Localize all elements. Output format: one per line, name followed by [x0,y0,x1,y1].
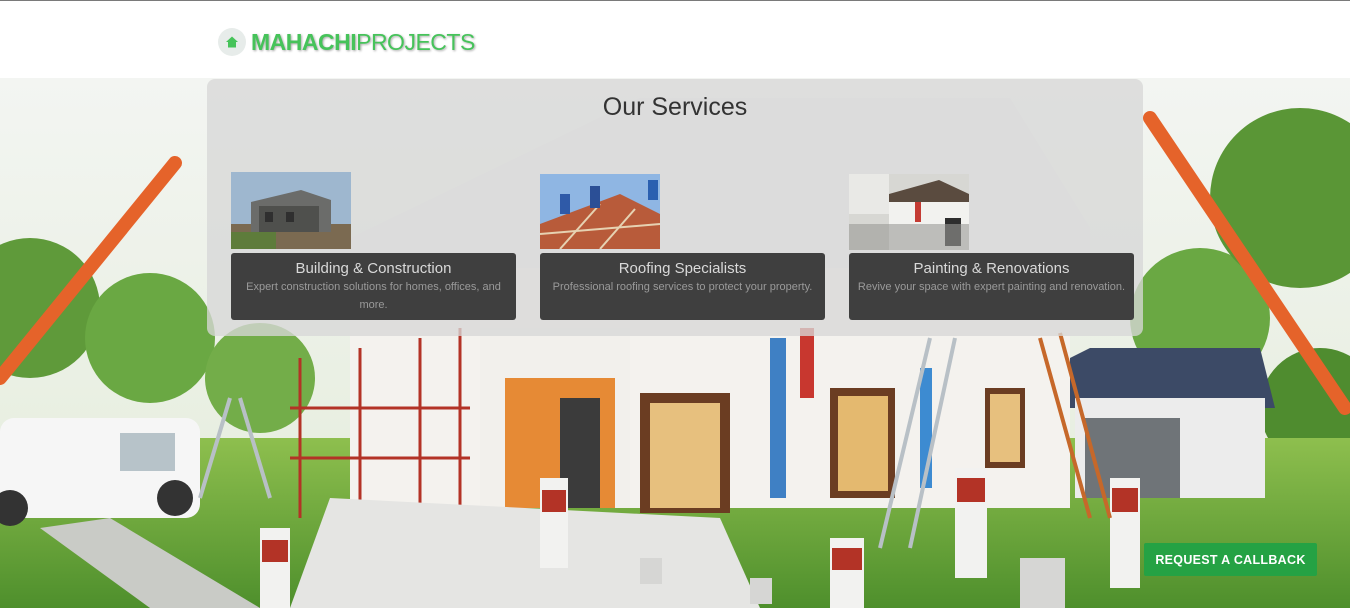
logo-wordmark-strong: MAHACHI [251,29,357,55]
service-card-painting[interactable]: Painting & Renovations Revive your space… [849,253,1134,320]
roofers-photo [540,174,660,249]
service-card-description: Professional roofing services to protect… [552,281,813,293]
service-card-title: Painting & Renovations [913,260,1070,277]
services-title: Our Services [602,93,748,121]
service-card-title: Roofing Specialists [618,260,747,277]
logo-wordmark-light: PROJECTS [356,29,475,55]
construction-site-photo [231,172,351,249]
service-card-roofing[interactable]: Roofing Specialists Professional roofing… [540,253,825,320]
logo-wordmark: MAHACHIPROJECTS [251,28,475,56]
services-panel: Our Services Building & Construction Exp… [207,79,1143,336]
painters-photo [849,174,969,250]
site-header: MAHACHIPROJECTS [0,0,1350,78]
service-card-building[interactable]: Building & Construction Expert construct… [231,253,516,320]
service-card-description: Expert construction solutions for homes,… [246,281,501,311]
house-icon [218,28,246,56]
site-logo[interactable]: MAHACHIPROJECTS [218,28,475,56]
request-callback-button[interactable]: REQUEST A CALLBACK [1144,543,1317,576]
service-card-description: Revive your space with expert painting a… [857,281,1126,293]
service-card-title: Building & Construction [295,260,452,277]
